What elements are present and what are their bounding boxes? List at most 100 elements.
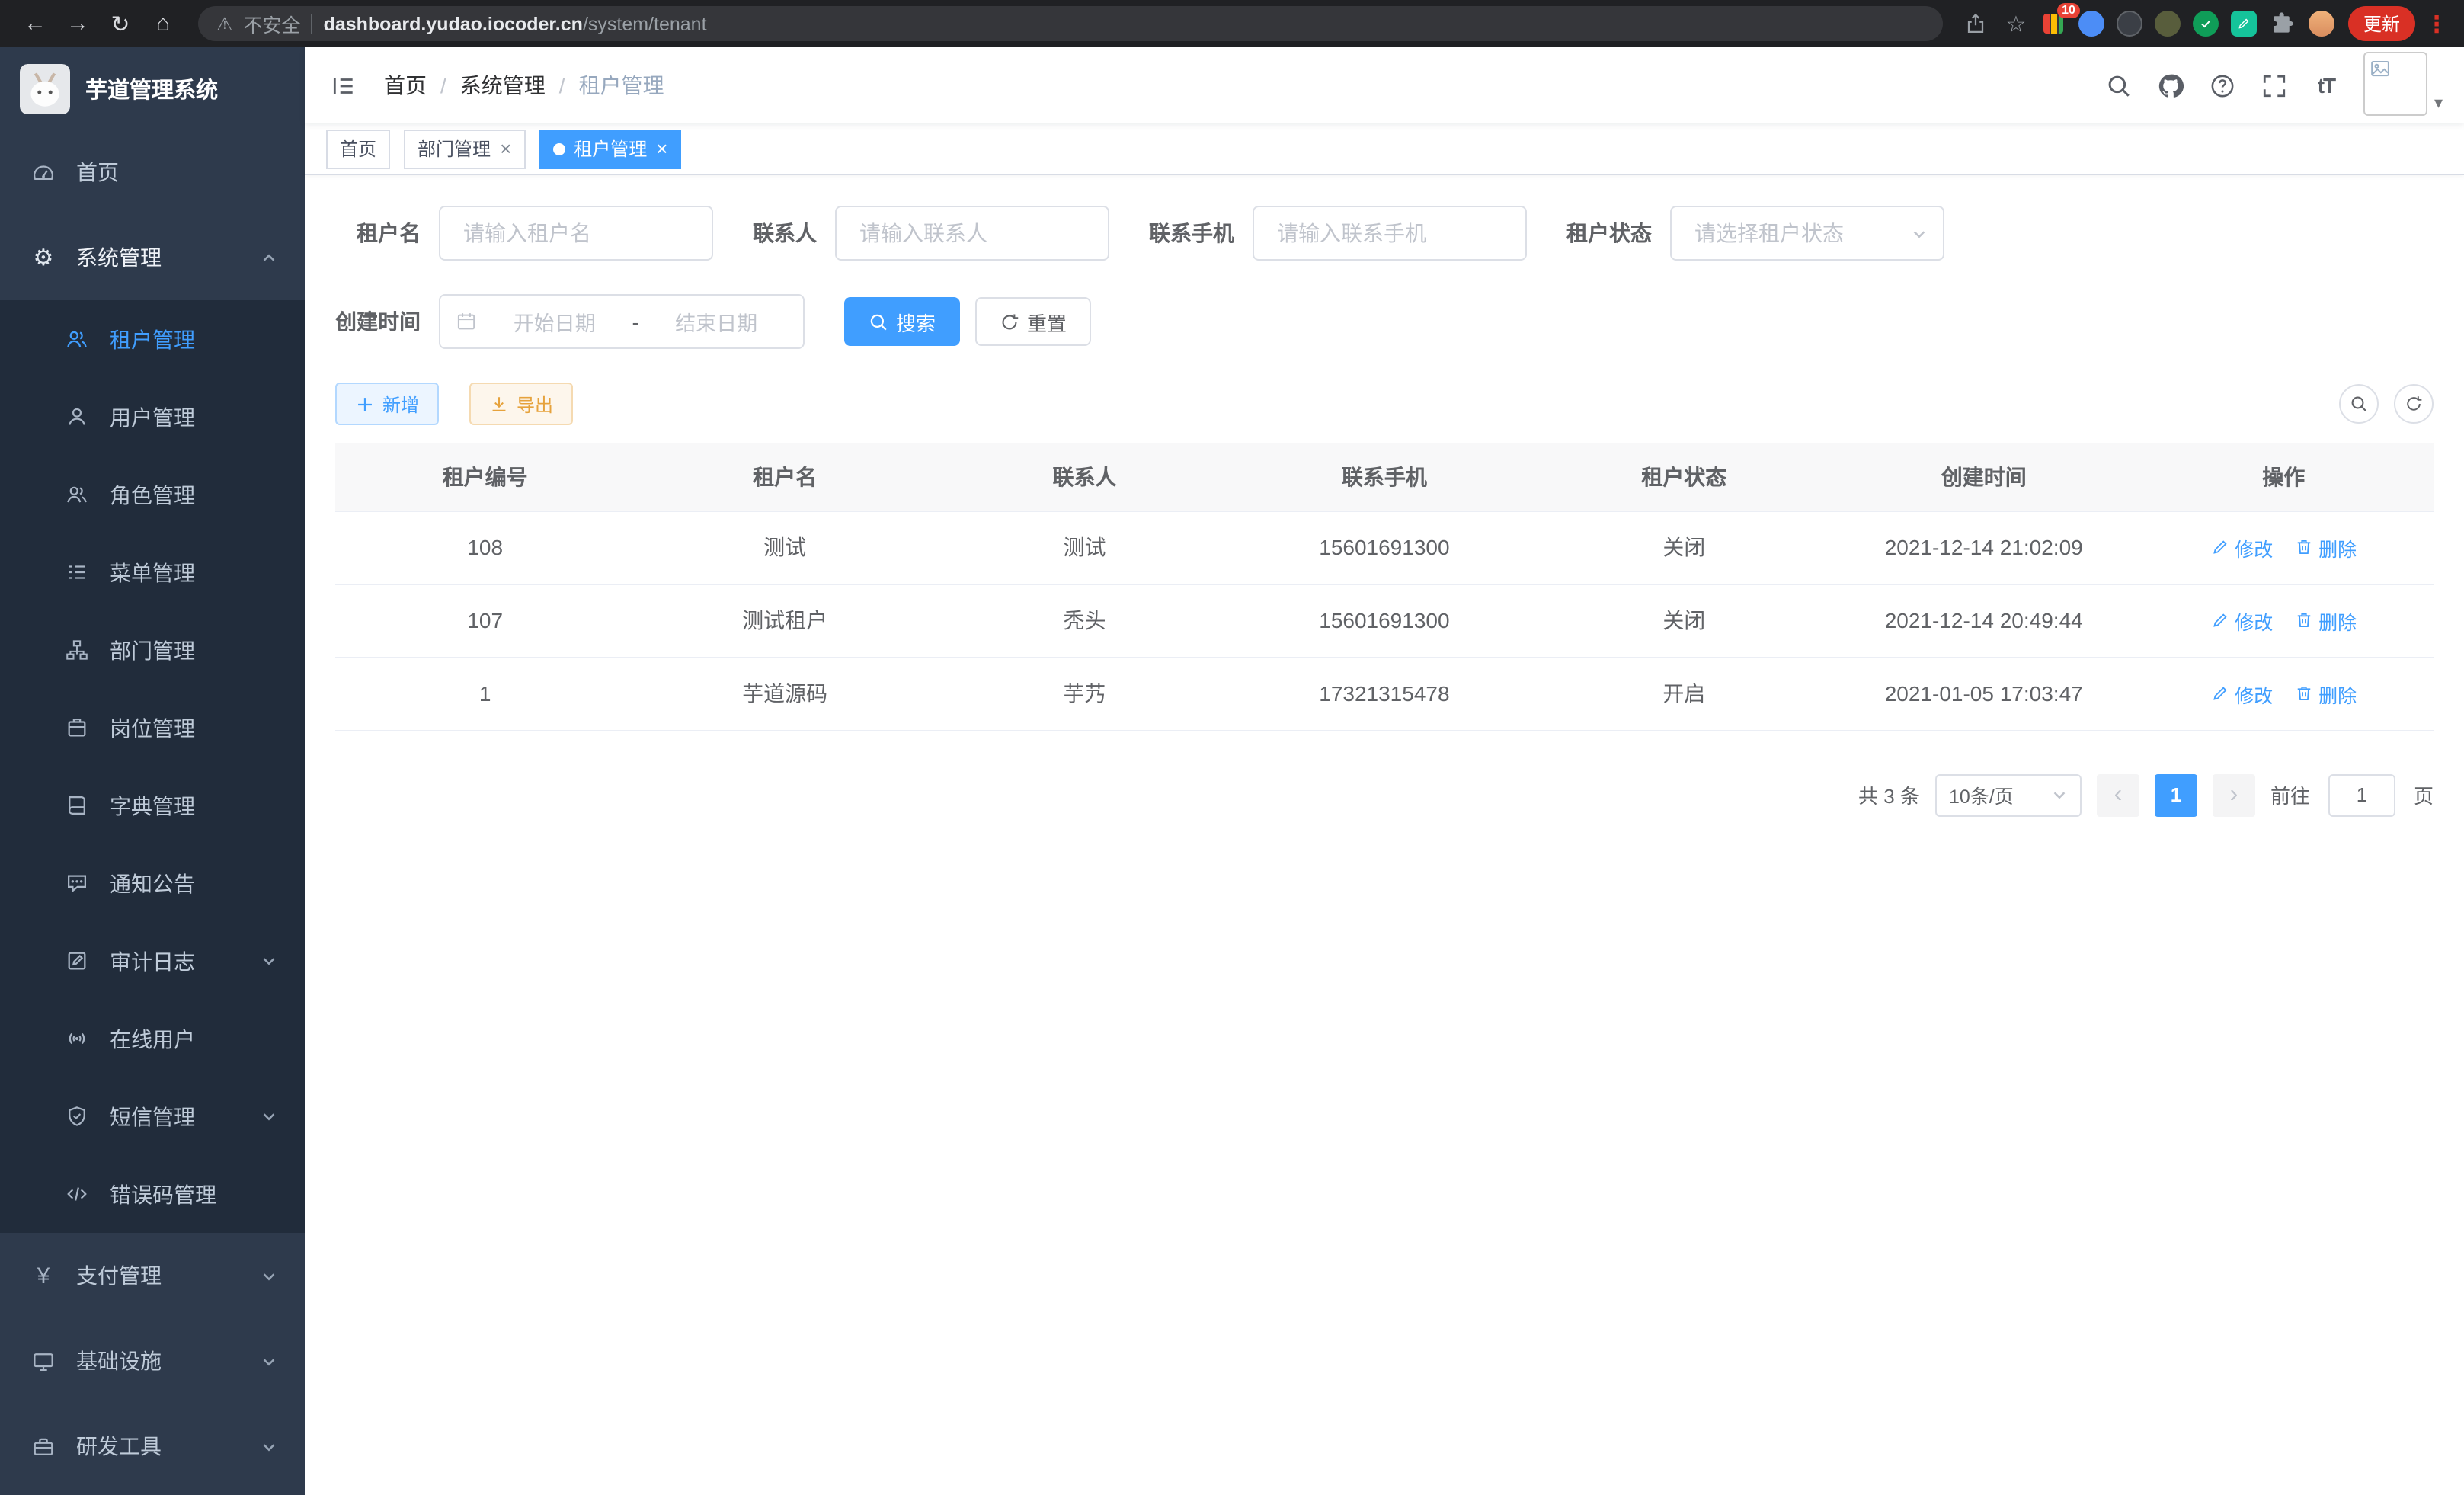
edit-button[interactable]: 修改 — [2210, 533, 2273, 562]
cell-name: 芋道源码 — [635, 657, 934, 730]
prev-page-button[interactable]: ‹ — [2097, 773, 2139, 816]
question-icon — [2210, 72, 2235, 98]
sidebar-item-infra[interactable]: 基础设施 — [0, 1318, 305, 1404]
sidebar-item-dict[interactable]: 字典管理 — [0, 767, 305, 844]
cell-name: 测试租户 — [635, 584, 934, 657]
share-button[interactable] — [1958, 5, 1995, 42]
edit-icon — [2210, 538, 2229, 556]
cell-status: 关闭 — [1534, 511, 1834, 584]
close-icon[interactable]: × — [500, 139, 511, 158]
extension-dark-icon[interactable] — [2117, 11, 2142, 37]
browser-reload-button[interactable]: ↻ — [101, 4, 140, 43]
chevron-down-icon — [261, 952, 277, 969]
edit-label: 修改 — [2235, 533, 2273, 562]
delete-button[interactable]: 删除 — [2294, 533, 2357, 562]
extension-olive-icon[interactable] — [2155, 11, 2181, 37]
sidebar-item-tenant[interactable]: 租户管理 — [0, 300, 305, 378]
font-size-button[interactable]: tT — [2300, 47, 2352, 123]
extension-badge: 10 — [2057, 2, 2080, 18]
extension-bars-button[interactable]: 10 — [2037, 7, 2071, 40]
search-icon — [2350, 395, 2368, 413]
people-icon — [66, 483, 88, 506]
toggle-search-button[interactable] — [2339, 384, 2379, 424]
browser-forward-button[interactable]: → — [58, 4, 98, 43]
export-button[interactable]: 导出 — [469, 383, 573, 425]
tenant-page: 租户名 联系人 联系手机 租户状态 请选择租户状态 — [305, 175, 2464, 1495]
delete-button[interactable]: 删除 — [2294, 679, 2357, 708]
total-count: 共 3 条 — [1858, 780, 1920, 809]
sidebar-item-error-code[interactable]: 错误码管理 — [0, 1155, 305, 1233]
sidebar-item-post[interactable]: 岗位管理 — [0, 689, 305, 767]
bookmark-button[interactable]: ☆ — [1998, 5, 2034, 42]
browser-back-button[interactable]: ← — [15, 4, 55, 43]
browser-home-button[interactable]: ⌂ — [143, 4, 183, 43]
table-row: 107 测试租户 秃头 15601691300 关闭 2021-12-14 20… — [335, 584, 2434, 657]
tab-home[interactable]: 首页 — [326, 129, 390, 168]
menu-label: 在线用户 — [110, 1023, 195, 1054]
sidebar-item-home[interactable]: 首页 — [0, 130, 305, 215]
edit-button[interactable]: 修改 — [2210, 606, 2273, 635]
extension-pencil-icon[interactable] — [2231, 11, 2257, 37]
page-1-button[interactable]: 1 — [2155, 773, 2197, 816]
app-logo[interactable]: 芋道管理系统 — [0, 47, 305, 130]
browser-menu-button[interactable]: ⋮ — [2424, 10, 2449, 37]
sidebar-item-dept[interactable]: 部门管理 — [0, 611, 305, 689]
extension-blue-icon[interactable] — [2078, 11, 2104, 37]
edit-button[interactable]: 修改 — [2210, 679, 2273, 708]
edit-icon — [2210, 611, 2229, 629]
address-bar[interactable]: ⚠ 不安全 dashboard.yudao.iocoder.cn/system/… — [198, 6, 1943, 41]
sidebar-item-pay[interactable]: ¥ 支付管理 — [0, 1233, 305, 1318]
status-label: 租户状态 — [1566, 218, 1652, 248]
user-menu[interactable]: ▾ — [2364, 51, 2443, 120]
create-time-field: 创建时间 开始日期 - 结束日期 — [335, 294, 805, 349]
reset-button[interactable]: 重置 — [975, 297, 1091, 346]
avatar — [2364, 51, 2428, 115]
status-select[interactable]: 请选择租户状态 — [1670, 206, 1944, 261]
cell-contact: 测试 — [935, 511, 1234, 584]
sidebar-item-notice[interactable]: 通知公告 — [0, 844, 305, 922]
date-range-picker[interactable]: 开始日期 - 结束日期 — [439, 294, 805, 349]
header-search-button[interactable] — [2093, 47, 2145, 123]
browser-update-button[interactable]: 更新 — [2348, 6, 2415, 41]
tenant-name-input[interactable] — [439, 206, 713, 261]
help-button[interactable] — [2197, 47, 2248, 123]
menu-label: 租户管理 — [110, 324, 195, 354]
sidebar-item-dev-tool[interactable]: 研发工具 — [0, 1404, 305, 1489]
fullscreen-button[interactable] — [2248, 47, 2300, 123]
contact-input[interactable] — [835, 206, 1109, 261]
github-button[interactable] — [2145, 47, 2197, 123]
warning-icon: ⚠ — [216, 14, 233, 33]
search-button[interactable]: 搜索 — [844, 297, 960, 346]
delete-button[interactable]: 删除 — [2294, 606, 2357, 635]
extension-check-icon[interactable] — [2193, 11, 2219, 37]
date-separator: - — [632, 310, 639, 333]
sidebar-item-user[interactable]: 用户管理 — [0, 378, 305, 456]
sidebar-item-sms[interactable]: 短信管理 — [0, 1077, 305, 1155]
sidebar-toggle[interactable] — [305, 47, 381, 123]
comment-icon — [66, 872, 88, 895]
hamburger-icon — [330, 72, 356, 98]
sidebar-item-menu[interactable]: 菜单管理 — [0, 533, 305, 611]
add-button[interactable]: 新增 — [335, 383, 439, 425]
signal-icon — [66, 1027, 88, 1050]
security-label[interactable]: 不安全 — [244, 9, 301, 38]
sidebar-item-audit-log[interactable]: 审计日志 — [0, 922, 305, 1000]
list-icon — [66, 561, 88, 584]
sidebar-item-system[interactable]: ⚙ 系统管理 — [0, 215, 305, 300]
tab-tenant[interactable]: 租户管理 × — [539, 129, 681, 168]
goto-page-input[interactable] — [2328, 773, 2395, 816]
tab-dept[interactable]: 部门管理 × — [404, 129, 525, 168]
sidebar-item-role[interactable]: 角色管理 — [0, 456, 305, 533]
breadcrumb-home[interactable]: 首页 — [384, 70, 427, 101]
refresh-table-button[interactable] — [2394, 384, 2434, 424]
extensions-puzzle-button[interactable] — [2264, 5, 2301, 42]
phone-input[interactable] — [1253, 206, 1527, 261]
broken-image-icon — [2370, 57, 2392, 78]
close-icon[interactable]: × — [656, 139, 667, 158]
menu-label: 角色管理 — [110, 479, 195, 510]
page-size-select[interactable]: 10条/页 — [1935, 773, 2082, 816]
sidebar-item-online-user[interactable]: 在线用户 — [0, 1000, 305, 1077]
breadcrumb-system[interactable]: 系统管理 — [460, 70, 546, 101]
browser-profile-avatar[interactable] — [2309, 11, 2334, 37]
next-page-button[interactable]: › — [2213, 773, 2255, 816]
